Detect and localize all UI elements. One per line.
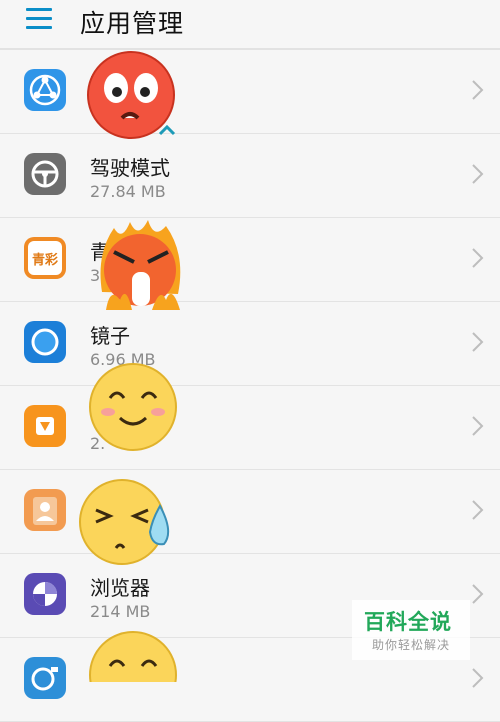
app-size: 214 MB bbox=[90, 602, 151, 621]
chevron-right-icon bbox=[472, 500, 484, 520]
share-app-icon bbox=[24, 69, 66, 111]
app-name: 镜子 bbox=[90, 324, 130, 348]
smiling-face-sticker bbox=[89, 631, 177, 682]
app-header: 应用管理 bbox=[0, 0, 500, 50]
chevron-right-icon bbox=[472, 332, 484, 352]
app-row-share[interactable]: 茄 bbox=[0, 50, 500, 134]
qingcai-icon-label: 青彩 bbox=[28, 241, 62, 275]
chevron-right-icon bbox=[472, 80, 484, 100]
sweating-face-sticker bbox=[79, 479, 170, 565]
browser-icon bbox=[24, 573, 66, 615]
app-row-driving-mode[interactable]: 驾驶模式 27.84 MB bbox=[0, 134, 500, 218]
chevron-right-icon bbox=[472, 248, 484, 268]
camera-icon bbox=[24, 657, 66, 699]
app-row-qingcai[interactable]: 青彩 青 3 bbox=[0, 218, 500, 302]
chevron-right-icon bbox=[472, 164, 484, 184]
angry-face-sticker bbox=[100, 220, 181, 310]
shocked-face-sticker bbox=[87, 51, 176, 139]
app-row-mirror[interactable]: 镜子 6.96 MB bbox=[0, 302, 500, 386]
watermark: 百科全说 助你轻松解决 bbox=[352, 600, 470, 660]
hamburger-menu-icon[interactable] bbox=[26, 8, 54, 30]
contacts-icon bbox=[24, 489, 66, 531]
orange-shield-icon bbox=[24, 405, 66, 447]
page-title: 应用管理 bbox=[80, 9, 185, 38]
chevron-right-icon bbox=[472, 584, 484, 604]
chevron-right-icon bbox=[472, 416, 484, 436]
app-name: 驾驶模式 bbox=[90, 156, 170, 180]
watermark-title: 百科全说 bbox=[364, 610, 452, 634]
smiling-face-sticker bbox=[89, 363, 177, 451]
qingcai-app-icon: 青彩 bbox=[24, 237, 66, 279]
app-row-orange[interactable]: 2. bbox=[0, 386, 500, 470]
mirror-icon bbox=[24, 321, 66, 363]
steering-wheel-icon bbox=[24, 153, 66, 195]
app-name: 浏览器 bbox=[90, 576, 150, 600]
app-size: 27.84 MB bbox=[90, 182, 166, 201]
watermark-subtitle: 助你轻松解决 bbox=[372, 638, 451, 652]
app-row-contacts[interactable]: 日 bbox=[0, 470, 500, 554]
chevron-right-icon bbox=[472, 668, 484, 688]
